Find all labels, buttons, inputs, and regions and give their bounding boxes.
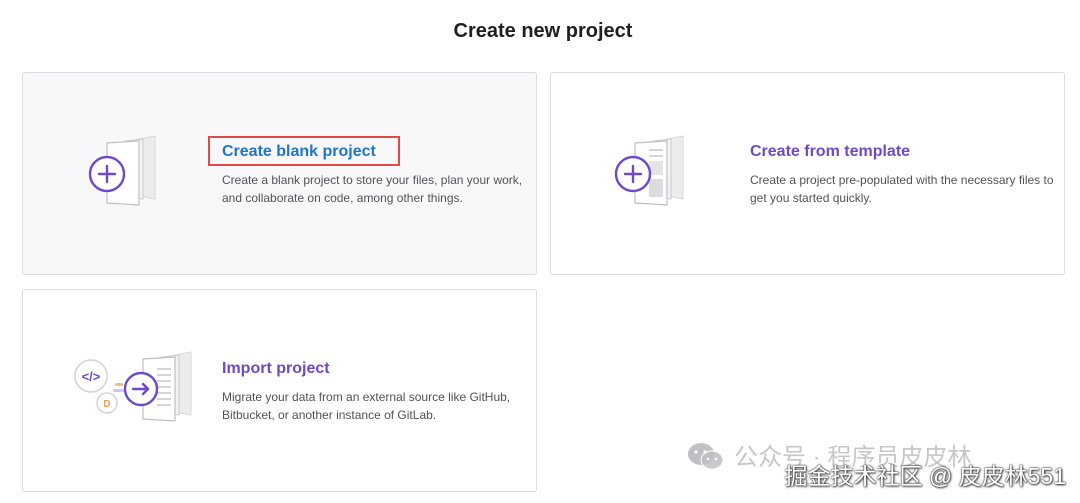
create-from-template-link[interactable]: Create from template: [750, 141, 910, 163]
page: Create new project Create blank project …: [0, 0, 1080, 503]
blank-project-text: Create blank project Create a blank proj…: [208, 136, 532, 207]
blank-project-description: Create a blank project to store your fil…: [222, 173, 523, 205]
import-project-illustration: </> D: [74, 351, 192, 422]
wechat-icon: [688, 443, 724, 470]
import-project-card[interactable]: </> D Import project Migrate your data f…: [22, 289, 537, 492]
arrow-circle-icon: [123, 371, 159, 407]
blank-project-illustration: [88, 135, 156, 206]
highlight-annotation: [208, 136, 400, 166]
import-project-text: Import project Migrate your data from an…: [222, 358, 532, 424]
watermark: 公众号 · 程序员皮皮林 掘金技术社区 @ 皮皮林551: [686, 437, 1066, 497]
page-title: Create new project: [453, 20, 633, 42]
watermark-source: 掘金技术社区 @ 皮皮林551: [784, 463, 1066, 489]
plus-circle-icon: [88, 155, 126, 193]
source-badge-icon: D: [96, 392, 118, 414]
plus-circle-icon: [614, 155, 652, 193]
source-badge-glyph: D: [103, 399, 110, 410]
code-glyph: </>: [82, 369, 101, 384]
template-description: Create a project pre-populated with the …: [750, 173, 1054, 205]
template-text: Create from template Create a project pr…: [750, 141, 1060, 207]
import-project-link[interactable]: Import project: [222, 358, 330, 380]
import-project-description: Migrate your data from an external sourc…: [222, 390, 511, 422]
template-illustration: [614, 135, 684, 206]
create-blank-project-card[interactable]: Create blank project Create a blank proj…: [22, 72, 537, 275]
create-from-template-card[interactable]: Create from template Create a project pr…: [550, 72, 1065, 275]
code-icon: </>: [74, 359, 108, 393]
